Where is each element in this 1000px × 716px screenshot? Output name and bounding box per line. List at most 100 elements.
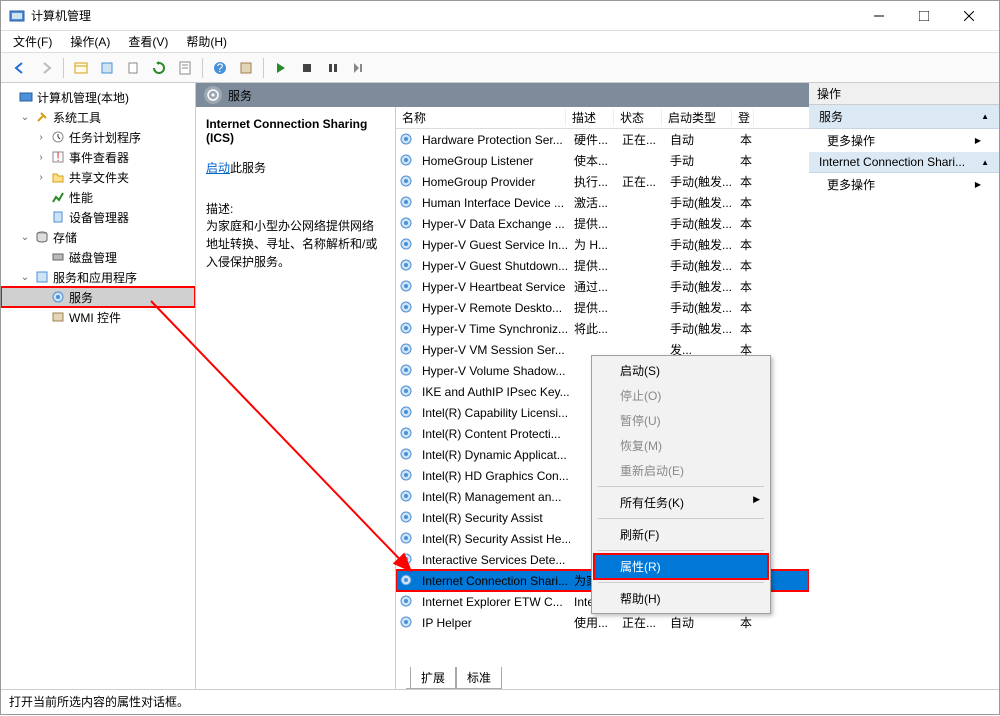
gear-icon: [399, 531, 415, 547]
cell-startup: 手动(触发...: [666, 299, 736, 316]
app-icon: [9, 8, 25, 24]
forward-button[interactable]: [35, 57, 57, 79]
cell-name: Hyper-V Remote Deskto...: [418, 301, 570, 315]
context-menu[interactable]: 启动(S)停止(O)暂停(U)恢复(M)重新启动(E)所有任务(K)▶刷新(F)…: [591, 355, 771, 614]
tree-node-7[interactable]: ⌄存储: [1, 227, 195, 247]
service-row[interactable]: HomeGroup Provider执行...正在...手动(触发...本: [396, 171, 809, 192]
service-row[interactable]: Hyper-V Guest Service In...为 H...手动(触发..…: [396, 234, 809, 255]
gear-icon: [399, 384, 415, 400]
tree-node-6[interactable]: 设备管理器: [1, 207, 195, 227]
ctx-item-8[interactable]: 刷新(F): [594, 522, 768, 547]
ctx-item-12[interactable]: 帮助(H): [594, 586, 768, 611]
ctx-item-0[interactable]: 启动(S): [594, 358, 768, 383]
menu-action[interactable]: 操作(A): [66, 31, 114, 52]
ctx-item-10[interactable]: 属性(R): [594, 554, 768, 579]
tree-node-5[interactable]: 性能: [1, 187, 195, 207]
tree-node-9[interactable]: ⌄ 服务和应用程序: [1, 267, 195, 287]
export-button[interactable]: [122, 57, 144, 79]
actions-header: 操作: [809, 83, 999, 105]
actions-section-selection[interactable]: Internet Connection Shari...▲: [809, 152, 999, 173]
minimize-button[interactable]: [856, 1, 901, 30]
tree-icon: [50, 189, 66, 205]
cell-name: Hyper-V VM Session Ser...: [418, 343, 570, 357]
cell-startup: 自动: [666, 131, 736, 148]
cell-desc: 为 H...: [570, 236, 618, 253]
service-row[interactable]: Hyper-V Heartbeat Service通过...手动(触发...本: [396, 276, 809, 297]
tree-node-3[interactable]: ›!事件查看器: [1, 147, 195, 167]
tree-node-10[interactable]: 服务: [1, 287, 195, 307]
col-name[interactable]: 名称: [396, 109, 566, 126]
menu-view[interactable]: 查看(V): [124, 31, 172, 52]
services-header-icon: [204, 86, 222, 104]
tree-node-8[interactable]: 磁盘管理: [1, 247, 195, 267]
service-row[interactable]: Hyper-V Remote Deskto...提供...手动(触发...本: [396, 297, 809, 318]
menu-file[interactable]: 文件(F): [9, 31, 56, 52]
tree-twisty[interactable]: ⌄: [19, 272, 31, 283]
cell-logon: 本: [736, 215, 758, 232]
svg-text:?: ?: [217, 61, 224, 75]
tree-node-4[interactable]: ›共享文件夹: [1, 167, 195, 187]
cell-logon: 本: [736, 278, 758, 295]
tree-twisty[interactable]: ⌄: [19, 232, 31, 243]
svg-text:!: !: [56, 150, 59, 164]
service-row[interactable]: Hyper-V Time Synchroniz...将此...手动(触发...本: [396, 318, 809, 339]
cell-status: 正在...: [618, 173, 666, 190]
restart-service-button[interactable]: [348, 57, 370, 79]
actions-more-1[interactable]: 更多操作▶: [809, 129, 999, 152]
maximize-button[interactable]: [901, 1, 946, 30]
service-row[interactable]: HomeGroup Listener使本...手动本: [396, 150, 809, 171]
tree-icon: [34, 229, 50, 245]
start-service-button[interactable]: [270, 57, 292, 79]
gear-icon: [399, 573, 415, 589]
tree-twisty[interactable]: ›: [35, 152, 47, 163]
col-desc[interactable]: 描述: [566, 109, 614, 126]
ctx-item-6[interactable]: 所有任务(K)▶: [594, 490, 768, 515]
tree-node-11[interactable]: WMI 控件: [1, 307, 195, 327]
service-row[interactable]: Human Interface Device ...激活...手动(触发...本: [396, 192, 809, 213]
actions-more-2[interactable]: 更多操作▶: [809, 173, 999, 196]
status-text: 打开当前所选内容的属性对话框。: [9, 693, 189, 710]
gear-icon: [399, 468, 415, 484]
service-row[interactable]: Hyper-V Data Exchange ...提供...手动(触发...本: [396, 213, 809, 234]
nav-tree[interactable]: 计算机管理(本地)⌄系统工具›任务计划程序›!事件查看器›共享文件夹性能设备管理…: [1, 83, 196, 689]
gear-icon: [399, 300, 415, 316]
col-logon[interactable]: 登: [732, 109, 754, 126]
tree-twisty[interactable]: ⌄: [19, 112, 31, 123]
cell-desc: 提供...: [570, 215, 618, 232]
menu-help[interactable]: 帮助(H): [182, 31, 231, 52]
cell-name: IKE and AuthIP IPsec Key...: [418, 385, 570, 399]
gear-icon: [399, 321, 415, 337]
tree-node-0[interactable]: 计算机管理(本地): [1, 87, 195, 107]
snapin-button[interactable]: [235, 57, 257, 79]
cell-name: HomeGroup Listener: [418, 154, 570, 168]
tree-node-2[interactable]: ›任务计划程序: [1, 127, 195, 147]
col-startup[interactable]: 启动类型: [662, 109, 732, 126]
cell-desc: 使本...: [570, 152, 618, 169]
refresh-button[interactable]: [148, 57, 170, 79]
back-button[interactable]: [9, 57, 31, 79]
cell-startup: 手动(触发...: [666, 173, 736, 190]
pause-service-button[interactable]: [322, 57, 344, 79]
detail-title: Internet Connection Sharing (ICS): [206, 117, 385, 145]
column-headers[interactable]: 名称 描述 状态 启动类型 登: [396, 107, 809, 129]
gear-icon: [399, 615, 415, 631]
show-hide-button[interactable]: [70, 57, 92, 79]
tree-node-1[interactable]: ⌄系统工具: [1, 107, 195, 127]
detail-start-link[interactable]: 启动此服务: [206, 159, 385, 176]
service-row[interactable]: IP Helper使用...正在...自动本: [396, 612, 809, 633]
service-row[interactable]: Hyper-V Guest Shutdown...提供...手动(触发...本: [396, 255, 809, 276]
tab-extended[interactable]: 扩展: [410, 667, 456, 689]
tree-twisty[interactable]: ›: [35, 172, 47, 183]
tab-standard[interactable]: 标准: [456, 667, 502, 689]
tree-twisty[interactable]: ›: [35, 132, 47, 143]
service-row[interactable]: Hardware Protection Ser...硬件...正在...自动本: [396, 129, 809, 150]
submenu-icon: ▶: [975, 136, 981, 145]
actions-section-services[interactable]: 服务▲: [809, 105, 999, 129]
stop-service-button[interactable]: [296, 57, 318, 79]
help-button[interactable]: ?: [209, 57, 231, 79]
tree-label: 服务和应用程序: [53, 269, 137, 286]
properties-button[interactable]: [96, 57, 118, 79]
properties-icon[interactable]: [174, 57, 196, 79]
close-button[interactable]: [946, 1, 991, 30]
col-status[interactable]: 状态: [614, 109, 662, 126]
